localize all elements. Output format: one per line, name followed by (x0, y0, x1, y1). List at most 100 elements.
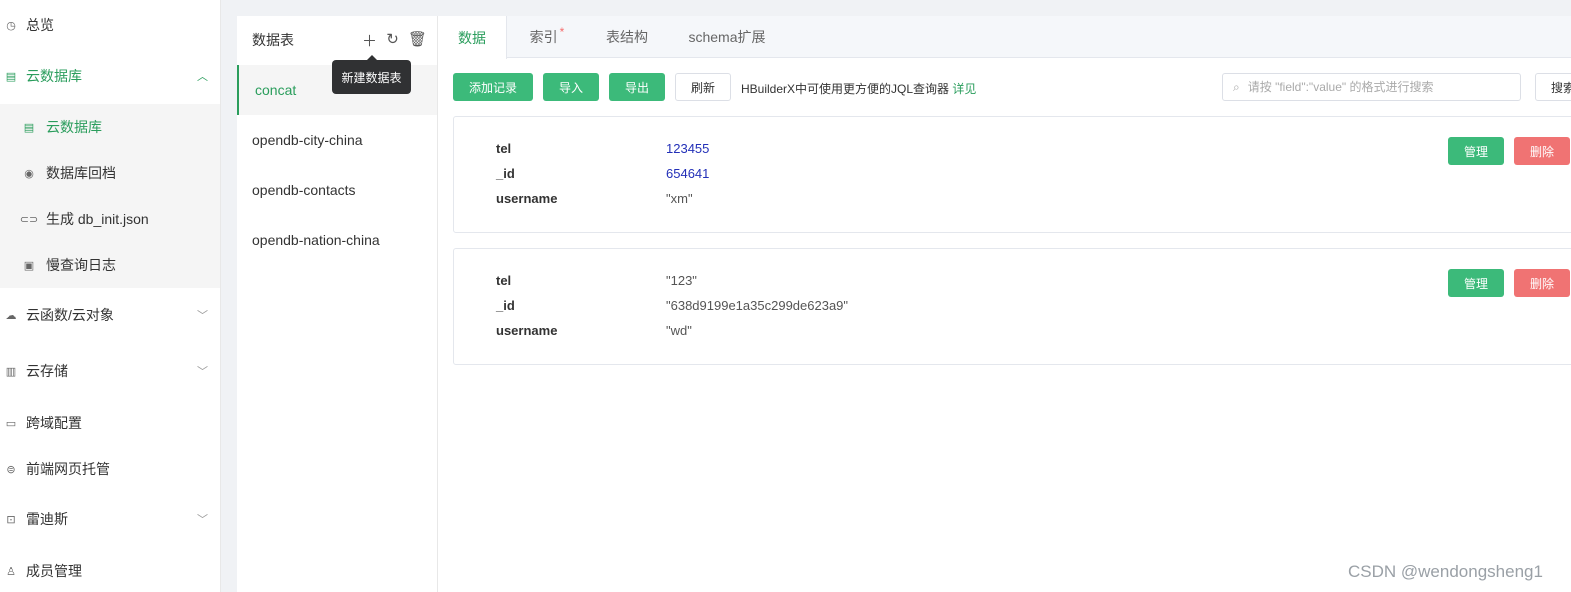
table-list-title: 数据表 (252, 32, 294, 48)
refresh-icon[interactable]: ↻ (385, 30, 400, 51)
field-value: "xm" (666, 190, 693, 206)
trash-icon[interactable]: 🗑 (408, 30, 427, 51)
table-list-panel: 数据表 ＋ ↻ 🗑 concat opendb-city-china opend… (237, 16, 438, 592)
chevron-down-icon: ﹀ (197, 310, 208, 322)
tab-data[interactable]: 数据 (438, 16, 507, 59)
plus-icon[interactable]: ＋ (362, 30, 377, 51)
jql-hint-text: HBuilderX中可使用更方便的JQL查询器 (741, 82, 950, 96)
search-box: ⌕ (1222, 73, 1521, 101)
nav-item-label: 成员管理 (26, 563, 82, 579)
add-record-button[interactable]: 添加记录 (453, 73, 533, 101)
tab-label: 索引 (529, 29, 558, 45)
web-icon: ⊜ (6, 463, 16, 476)
redis-icon: ⊡ (6, 513, 16, 526)
main-panel: 数据 索引 * 表结构 schema扩展 添加记录 导入 导出 刷新 HBuil… (438, 16, 1571, 592)
restore-icon: ◉ (24, 167, 34, 180)
subnav-item-restore[interactable]: ◉ 数据库回档 (0, 150, 220, 196)
app-root: ◷ 总览 ▤ 云数据库 ︿ ▤ 云数据库 ◉ 数据库回档 ⊂⊃ 生成 db_in… (0, 0, 1571, 592)
field-key: username (496, 322, 558, 338)
subnav-item-label: 云数据库 (46, 119, 102, 135)
new-table-tooltip: 新建数据表 (332, 55, 411, 94)
nav-item-storage[interactable]: ▥ 云存储 ﹀ (0, 348, 220, 394)
manage-button[interactable]: 管理 (1448, 269, 1504, 297)
record-card: tel 123455 _id 654641 username "xm" 管理 删… (453, 116, 1571, 233)
field-key: tel (496, 272, 512, 288)
record-field: _id "638d9199e1a35c299de623a9" (496, 295, 1196, 315)
chevron-up-icon: ︿ (197, 71, 208, 83)
delete-button[interactable]: 删除 (1514, 269, 1570, 297)
watermark: CSDN @wendongsheng1 (1348, 562, 1543, 581)
clock-icon: ◷ (6, 19, 16, 32)
export-button[interactable]: 导出 (609, 73, 665, 101)
subnav-item-label: 数据库回档 (46, 165, 116, 181)
search-icon: ⌕ (1233, 79, 1240, 94)
field-value: "638d9199e1a35c299de623a9" (666, 297, 849, 313)
nav-item-label: 跨域配置 (26, 415, 82, 431)
record-field: username "xm" (496, 188, 1196, 208)
nav-item-label: 前端网页托管 (26, 461, 110, 477)
refresh-button[interactable]: 刷新 (675, 73, 731, 101)
nav-item-members[interactable]: ♙ 成员管理 (0, 548, 220, 592)
chevron-down-icon: ﹀ (197, 514, 208, 526)
tab-label: 表结构 (606, 29, 648, 45)
subnav-item-db-init[interactable]: ⊂⊃ 生成 db_init.json (0, 196, 220, 242)
record-field: _id 654641 (496, 163, 1196, 183)
required-star: * (559, 25, 565, 39)
nav-item-overview[interactable]: ◷ 总览 (0, 2, 220, 48)
tab-label: schema扩展 (688, 29, 766, 45)
delete-button[interactable]: 删除 (1514, 137, 1570, 165)
subnav-item-clouddb[interactable]: ▤ 云数据库 (0, 104, 220, 150)
sidebar: ◷ 总览 ▤ 云数据库 ︿ ▤ 云数据库 ◉ 数据库回档 ⊂⊃ 生成 db_in… (0, 0, 221, 592)
tab-schema-ext[interactable]: schema扩展 (667, 16, 787, 58)
log-icon: ▣ (23, 259, 35, 272)
subnav-item-label: 慢查询日志 (46, 257, 116, 273)
record-field: username "wd" (496, 320, 1196, 340)
table-item[interactable]: opendb-nation-china (237, 215, 437, 265)
tab-bar: 数据 索引 * 表结构 schema扩展 (438, 16, 1571, 59)
clouddb-submenu: ▤ 云数据库 ◉ 数据库回档 ⊂⊃ 生成 db_init.json ▣ 慢查询日… (0, 104, 220, 288)
database-icon: ▤ (5, 70, 17, 83)
nav-item-redis[interactable]: ⊡ 雷迪斯 ﹀ (0, 496, 220, 542)
manage-button[interactable]: 管理 (1448, 137, 1504, 165)
link-icon: ⊂⊃ (19, 213, 39, 226)
field-key: _id (496, 297, 515, 313)
subnav-item-slow-log[interactable]: ▣ 慢查询日志 (0, 242, 220, 288)
nav-item-label: 云存储 (26, 363, 68, 379)
tab-index[interactable]: 索引 * (507, 16, 587, 58)
field-value: 123455 (666, 140, 710, 156)
record-field: tel 123455 (496, 138, 1196, 158)
jql-hint: HBuilderX中可使用更方便的JQL查询器 详见 (741, 80, 976, 97)
subnav-item-label: 生成 db_init.json (46, 211, 149, 227)
record-card: tel "123" _id "638d9199e1a35c299de623a9"… (453, 248, 1571, 365)
nav-item-cors[interactable]: ▭ 跨域配置 (0, 400, 220, 446)
jql-hint-link[interactable]: 详见 (952, 82, 976, 96)
tab-label: 数据 (458, 29, 486, 46)
search-button[interactable]: 搜索 (1535, 73, 1571, 101)
nav-item-label: 云函数/云对象 (26, 307, 114, 323)
field-value: "123" (666, 272, 697, 288)
chevron-down-icon: ﹀ (197, 366, 208, 378)
user-icon: ♙ (6, 565, 16, 578)
cors-icon: ▭ (5, 417, 17, 430)
field-key: username (496, 190, 558, 206)
table-list-header: 数据表 ＋ ↻ 🗑 (237, 16, 437, 64)
nav-item-hosting[interactable]: ⊜ 前端网页托管 (0, 446, 220, 492)
nav-item-clouddb[interactable]: ▤ 云数据库 ︿ (0, 53, 220, 99)
cloud-icon: ☁ (5, 309, 17, 322)
nav-item-functions[interactable]: ☁ 云函数/云对象 ﹀ (0, 292, 220, 338)
field-value: "wd" (666, 322, 692, 338)
toolbar: 添加记录 导入 导出 刷新 HBuilderX中可使用更方便的JQL查询器 详见… (438, 73, 1571, 101)
table-list-tools: ＋ ↻ 🗑 (362, 30, 427, 51)
nav-item-label: 总览 (26, 17, 54, 33)
storage-icon: ▥ (5, 365, 17, 378)
tab-schema[interactable]: 表结构 (587, 16, 667, 58)
table-item[interactable]: opendb-contacts (237, 165, 437, 215)
field-key: _id (496, 165, 515, 181)
nav-item-label: 雷迪斯 (26, 511, 68, 527)
record-field: tel "123" (496, 270, 1196, 290)
nav-item-label: 云数据库 (26, 68, 82, 84)
field-key: tel (496, 140, 512, 156)
table-item[interactable]: opendb-city-china (237, 115, 437, 165)
import-button[interactable]: 导入 (543, 73, 599, 101)
search-input[interactable] (1247, 80, 1498, 94)
